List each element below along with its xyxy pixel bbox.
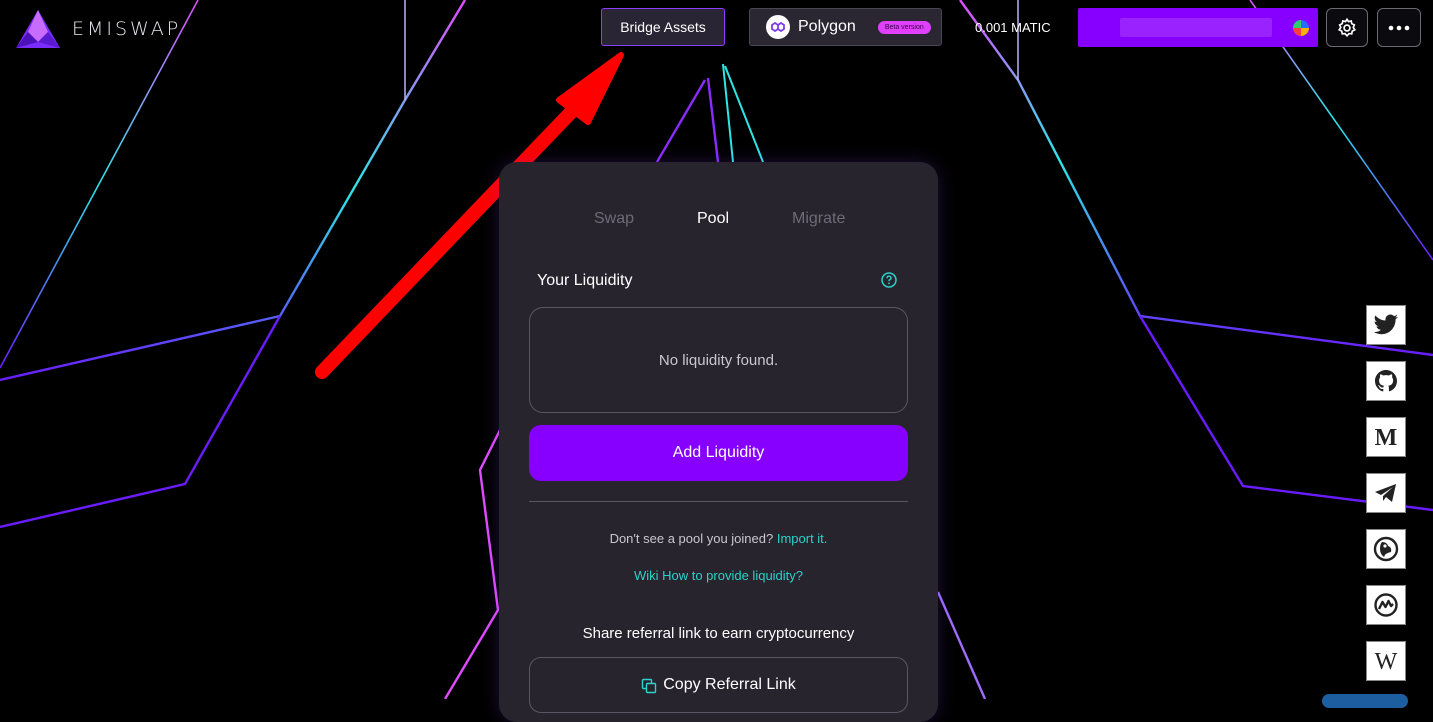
coinmarketcap-icon — [1374, 593, 1398, 617]
coinmarketcap-link[interactable] — [1366, 585, 1406, 625]
wiki-link-row: Wiki How to provide liquidity? — [499, 568, 938, 583]
wikipedia-link[interactable]: W — [1366, 641, 1406, 681]
bridge-assets-button[interactable]: Bridge Assets — [601, 8, 725, 46]
pool-tabs: Swap Pool Migrate — [499, 210, 938, 234]
emiswap-logo-icon — [16, 10, 60, 48]
twitter-link[interactable] — [1366, 305, 1406, 345]
pool-card: Swap Pool Migrate Your Liquidity No liqu… — [499, 162, 938, 722]
no-liquidity-text: No liquidity found. — [658, 351, 779, 369]
telegram-link[interactable] — [1366, 473, 1406, 513]
more-dots-icon — [1388, 25, 1410, 30]
brand-name: EMISWAP — [72, 18, 182, 40]
network-selector-button[interactable]: Polygon Beta version — [749, 8, 942, 46]
copy-referral-link-button[interactable]: Copy Referral Link — [529, 657, 908, 713]
github-icon — [1375, 370, 1397, 392]
import-pool-link[interactable]: Import it. — [777, 531, 828, 546]
share-referral-text: Share referral link to earn cryptocurren… — [582, 625, 855, 642]
add-liquidity-button[interactable]: Add Liquidity — [529, 425, 908, 481]
copy-icon — [642, 678, 657, 694]
twitter-icon — [1373, 314, 1399, 335]
divider — [529, 501, 908, 502]
your-liquidity-title: Your Liquidity — [537, 272, 633, 289]
medium-link[interactable]: M — [1366, 417, 1406, 457]
more-menu-button[interactable] — [1377, 8, 1421, 47]
settings-gear-icon — [1338, 17, 1356, 37]
pool-joined-prompt: Don't see a pool you joined? Import it. — [499, 531, 938, 546]
emiswap-logo[interactable]: EMISWAP — [14, 8, 181, 50]
svg-text:M: M — [1375, 426, 1398, 448]
medium-icon: M — [1375, 426, 1398, 448]
svg-text:W: W — [1375, 650, 1398, 672]
github-link[interactable] — [1366, 361, 1406, 401]
beta-version-badge: Beta version — [877, 20, 931, 34]
pool-joined-text: Don't see a pool you joined? — [609, 531, 774, 546]
network-name: Polygon — [798, 18, 856, 35]
settings-button[interactable] — [1326, 8, 1368, 47]
tab-migrate[interactable]: Migrate — [792, 210, 845, 228]
tab-pool[interactable]: Pool — [697, 210, 729, 228]
coingecko-icon — [1373, 536, 1399, 562]
wallet-balance: 0.001 MATIC — [975, 20, 1051, 35]
polygon-icon — [766, 15, 790, 39]
wiki-liquidity-link[interactable]: Wiki How to provide liquidity? — [634, 568, 803, 583]
liquidity-list-empty: No liquidity found. — [529, 307, 908, 413]
account-avatar — [1293, 20, 1309, 36]
telegram-icon — [1375, 484, 1396, 502]
tab-swap[interactable]: Swap — [594, 210, 634, 228]
account-button[interactable] — [1078, 8, 1318, 47]
copy-referral-label: Copy Referral Link — [663, 676, 796, 693]
account-address-redacted — [1120, 18, 1272, 37]
help-question-icon[interactable] — [881, 272, 897, 288]
coingecko-link[interactable] — [1366, 529, 1406, 569]
wikipedia-icon: W — [1375, 650, 1398, 672]
bottom-right-widget[interactable] — [1322, 694, 1408, 708]
